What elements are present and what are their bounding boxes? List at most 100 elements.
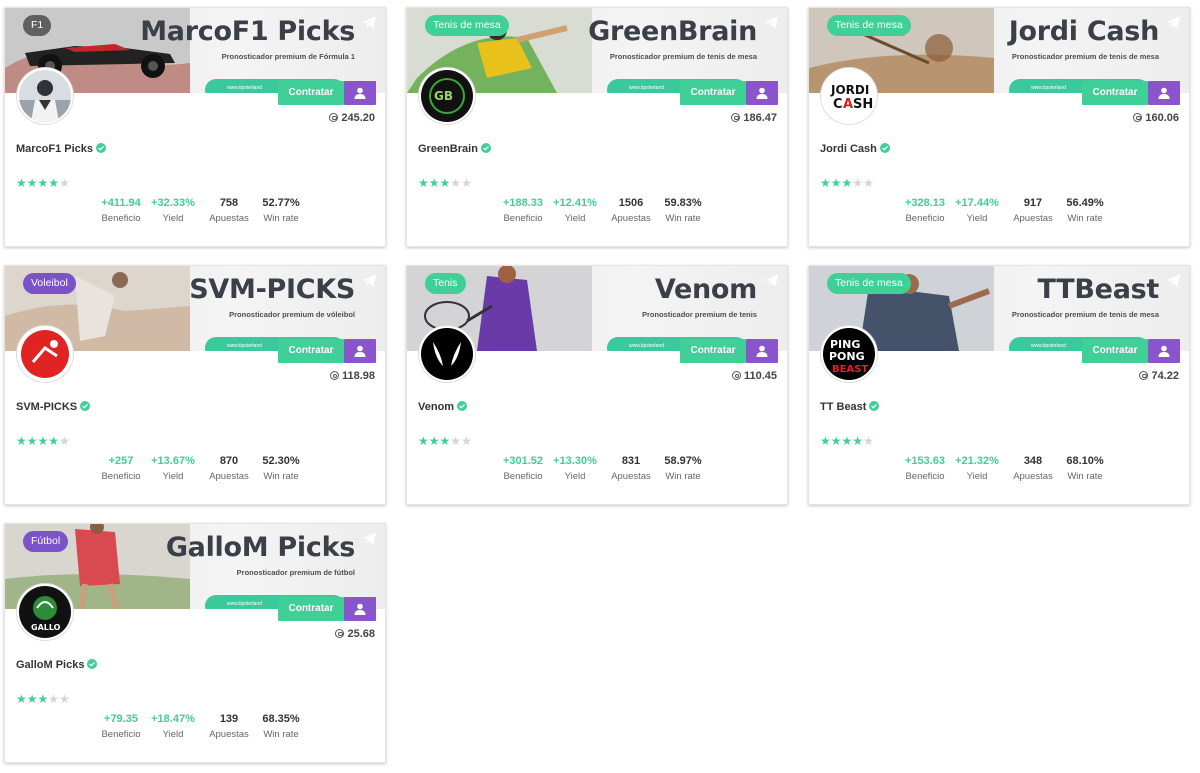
avatar[interactable]: JORDI C A SH [821, 68, 877, 124]
telegram-share-icon[interactable] [362, 531, 377, 546]
coin-icon [731, 113, 741, 122]
stat-apuestas: 917 Apuestas [1003, 197, 1063, 224]
follow-button[interactable] [746, 339, 778, 363]
tipster-name-text: GreenBrain [418, 143, 478, 155]
telegram-share-icon[interactable] [362, 15, 377, 30]
banner-title: GreenBrain [588, 16, 757, 47]
beneficio-value: +79.35 [104, 713, 138, 725]
avatar[interactable] [17, 68, 73, 124]
contratar-button[interactable]: Contratar [1082, 81, 1148, 105]
tipster-card[interactable]: GreenBrain Pronosticador premium de teni… [406, 7, 788, 247]
category-tag[interactable]: Tenis de mesa [827, 273, 911, 294]
coins-value: 25.68 [335, 628, 375, 640]
telegram-share-icon[interactable] [764, 273, 779, 288]
category-tag[interactable]: Tenis [425, 273, 466, 294]
tipster-name[interactable]: GreenBrain [418, 143, 491, 155]
telegram-share-icon[interactable] [1166, 273, 1181, 288]
svg-text:JORDI: JORDI [830, 83, 869, 97]
banner-title: MarcoF1 Picks [140, 16, 355, 47]
stat-apuestas: 870 Apuestas [199, 455, 259, 482]
telegram-share-icon[interactable] [764, 15, 779, 30]
banner-title: Jordi Cash [1008, 16, 1160, 47]
tipster-name-text: Jordi Cash [820, 143, 877, 155]
contratar-button[interactable]: Contratar [278, 339, 344, 363]
category-tag[interactable]: Tenis de mesa [827, 15, 911, 36]
tipster-name[interactable]: TT Beast [820, 401, 880, 413]
telegram-share-icon[interactable] [362, 273, 377, 288]
avatar[interactable] [419, 326, 475, 382]
tipster-name[interactable]: SVM-PICKS [16, 401, 91, 413]
stat-beneficio: +301.52 Beneficio [493, 455, 553, 482]
star-empty-icon: ★ [48, 692, 60, 706]
banner-subtitle: Pronosticador premium de tenis de mesa [609, 52, 757, 61]
follow-button[interactable] [1148, 81, 1180, 105]
tipster-card[interactable]: GalloM Picks Pronosticador premium de fú… [4, 523, 386, 763]
tipster-name[interactable]: MarcoF1 Picks [16, 143, 107, 155]
coins-amount: 74.22 [1151, 370, 1179, 382]
star-filled-icon: ★ [418, 176, 429, 190]
winrate-value: 56.49% [1066, 197, 1104, 209]
banner-title: SVM-PICKS [189, 274, 355, 305]
stat-winrate: 52.77% Win rate [251, 197, 311, 224]
tipster-card[interactable]: Venom Pronosticador premium de tenis www… [406, 265, 788, 505]
stat-yield: +18.47% Yield [143, 713, 203, 740]
tipster-card[interactable]: MarcoF1 Picks Pronosticador premium de F… [4, 7, 386, 247]
follow-button[interactable] [746, 81, 778, 105]
contratar-button[interactable]: Contratar [278, 597, 344, 621]
star-filled-icon: ★ [820, 176, 831, 190]
star-filled-icon: ★ [439, 434, 451, 448]
rating-stars: ★★★★★ [16, 176, 70, 190]
category-tag[interactable]: Tenis de mesa [425, 15, 509, 36]
svg-text:PONG: PONG [829, 350, 865, 363]
venom-logo-image [421, 328, 473, 380]
apuestas-value: 831 [621, 455, 641, 467]
contratar-button[interactable]: Contratar [680, 81, 746, 105]
star-filled-icon: ★ [16, 434, 27, 448]
yield-value: +12.41% [553, 197, 597, 209]
coins-value: 74.22 [1139, 370, 1179, 382]
avatar[interactable]: PING PONG BEAST [821, 326, 877, 382]
category-tag[interactable]: F1 [23, 15, 52, 36]
star-empty-icon: ★ [59, 434, 70, 448]
tipster-card[interactable]: Jordi Cash Pronosticador premium de teni… [808, 7, 1190, 247]
avatar[interactable] [17, 326, 73, 382]
avatar[interactable]: GB [419, 68, 475, 124]
star-filled-icon: ★ [26, 434, 38, 448]
follow-button[interactable] [344, 339, 376, 363]
star-filled-icon: ★ [428, 434, 440, 448]
stat-beneficio: +188.33 Beneficio [493, 197, 553, 224]
avatar[interactable]: GALLO [17, 584, 73, 640]
stat-apuestas: 139 Apuestas [199, 713, 259, 740]
coins-value: 186.47 [731, 112, 777, 124]
svm-logo-image [19, 328, 71, 380]
follow-button[interactable] [344, 597, 376, 621]
category-tag[interactable]: Voleibol [23, 273, 76, 294]
telegram-share-icon[interactable] [1166, 15, 1181, 30]
tipster-name[interactable]: Jordi Cash [820, 143, 890, 155]
contratar-button[interactable]: Contratar [680, 339, 746, 363]
stat-yield: +21.32% Yield [947, 455, 1007, 482]
tipster-name[interactable]: Venom [418, 401, 468, 413]
follow-button[interactable] [344, 81, 376, 105]
star-filled-icon: ★ [26, 176, 38, 190]
star-filled-icon: ★ [26, 692, 38, 706]
beneficio-value: +188.33 [502, 197, 544, 209]
stat-beneficio: +411.94 Beneficio [91, 197, 151, 224]
user-icon [354, 603, 366, 615]
tipster-card[interactable]: SVM-PICKS Pronosticador premium de vólei… [4, 265, 386, 505]
category-tag[interactable]: Fútbol [23, 531, 69, 552]
coins-value: 110.45 [731, 370, 777, 382]
contratar-button[interactable]: Contratar [1082, 339, 1148, 363]
stat-apuestas: 348 Apuestas [1003, 455, 1063, 482]
coins-value: 118.98 [329, 370, 375, 382]
stat-yield: +13.30% Yield [545, 455, 605, 482]
contratar-button[interactable]: Contratar [278, 81, 344, 105]
beneficio-value: +328.13 [904, 197, 946, 209]
gallo-logo-image: GALLO [19, 586, 71, 638]
star-filled-icon: ★ [428, 176, 440, 190]
star-empty-icon: ★ [461, 434, 472, 448]
follow-button[interactable] [1148, 339, 1180, 363]
tipster-name[interactable]: GalloM Picks [16, 659, 98, 671]
tipster-card[interactable]: TTBeast Pronosticador premium de tenis d… [808, 265, 1190, 505]
apuestas-label: Apuestas [1013, 213, 1053, 224]
